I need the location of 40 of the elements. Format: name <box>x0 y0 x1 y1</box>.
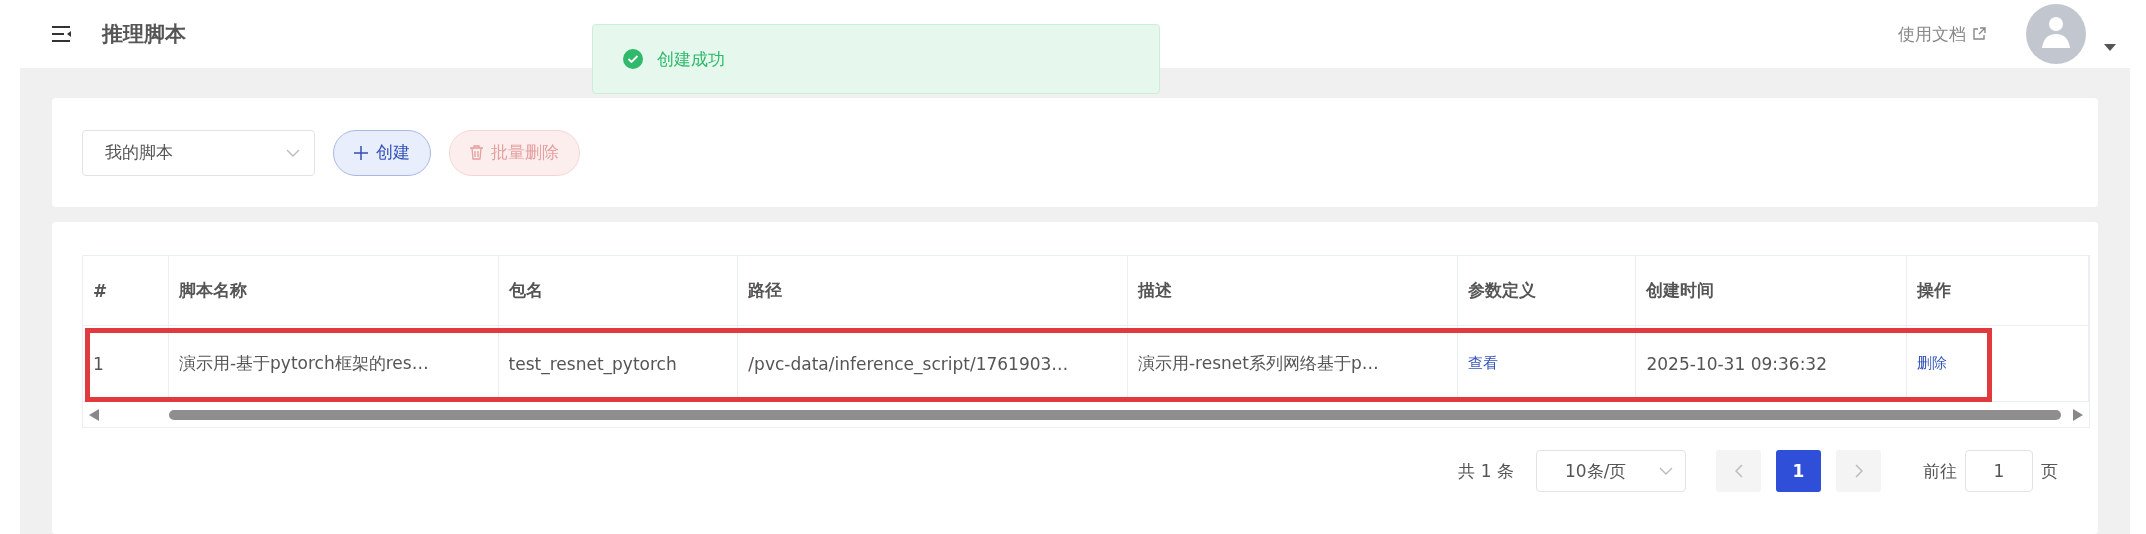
column-header: 路径 <box>738 256 1128 326</box>
column-header: 创建时间 <box>1636 256 1908 326</box>
scroll-right-icon[interactable] <box>2073 408 2083 421</box>
scope-select[interactable]: 我的脚本 <box>82 129 315 176</box>
column-header: 脚本名称 <box>168 256 499 326</box>
view-link[interactable]: 查看 <box>1457 326 1637 401</box>
menu-icon[interactable] <box>52 26 72 42</box>
table-cell: 1 <box>83 326 169 401</box>
table-cell: 演示用-基于pytorch框架的res… <box>168 326 499 401</box>
goto-label: 前往 <box>1923 459 1957 483</box>
docs-link[interactable]: 使用文档 <box>1898 22 1986 46</box>
check-circle-icon <box>623 49 643 69</box>
scrollbar-thumb[interactable] <box>169 409 2061 420</box>
table-cell: test_resnet_pytorch <box>498 326 739 401</box>
column-header: 参数定义 <box>1457 256 1637 326</box>
trash-icon <box>470 145 483 160</box>
chevron-down-icon <box>286 148 300 157</box>
column-header: 描述 <box>1127 256 1458 326</box>
toast-message: 创建成功 <box>657 47 725 71</box>
column-header: # <box>83 256 169 326</box>
delete-link[interactable]: 删除 <box>1907 326 2089 401</box>
chevron-left-icon <box>1734 464 1743 478</box>
table-cell: 演示用-resnet系列网络基于p… <box>1127 326 1458 401</box>
chevron-right-icon <box>1854 464 1863 478</box>
table-cell: /pvc-data/inference_script/1761903… <box>738 326 1128 401</box>
page-title: 推理脚本 <box>102 21 186 48</box>
dropdown-caret-icon[interactable] <box>2104 44 2116 52</box>
column-header: 包名 <box>498 256 739 326</box>
create-button[interactable]: 创建 <box>333 129 431 176</box>
table-cell: 2025-10-31 09:36:32 <box>1636 326 1908 401</box>
plus-icon <box>354 145 368 160</box>
column-header: 操作 <box>1907 256 2089 326</box>
goto-page-field[interactable]: 1 <box>1965 450 2033 492</box>
page-suffix: 页 <box>2041 459 2058 483</box>
scroll-left-icon[interactable] <box>89 408 99 421</box>
chevron-down-icon <box>1659 467 1673 475</box>
page-button[interactable]: 1 <box>1776 450 1821 492</box>
total-count: 共 1 条 <box>1458 459 1514 483</box>
external-link-icon <box>1972 27 1986 41</box>
page-size-select[interactable]: 10条/页 <box>1536 450 1686 492</box>
